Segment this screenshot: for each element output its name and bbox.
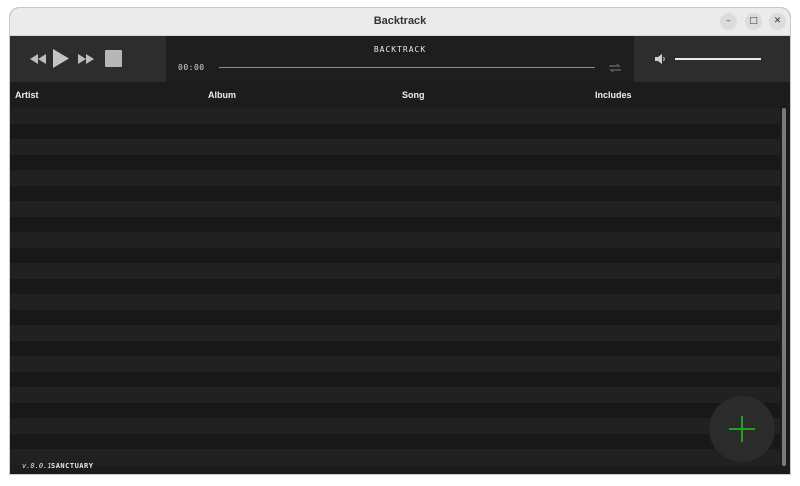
rewind-icon[interactable]	[30, 54, 46, 64]
table-row	[10, 371, 780, 387]
close-icon: ✕	[773, 16, 782, 26]
table-row	[10, 402, 780, 418]
column-header-artist[interactable]: Artist	[15, 90, 39, 100]
maximize-button[interactable]: □	[745, 13, 762, 30]
play-icon[interactable]	[53, 49, 69, 68]
title-bar: Backtrack – □ ✕	[10, 8, 790, 36]
table-row	[10, 387, 780, 403]
table-row	[10, 449, 780, 465]
now-playing-title: BACKTRACK	[373, 45, 427, 54]
progress-bar[interactable]	[219, 67, 595, 68]
table-row	[10, 201, 780, 217]
minimize-icon: –	[726, 16, 731, 26]
table-row	[10, 247, 780, 263]
table-row	[10, 216, 780, 232]
table-row	[10, 278, 780, 294]
table-body	[10, 108, 780, 474]
table-row	[10, 185, 780, 201]
table-row	[10, 356, 780, 372]
close-button[interactable]: ✕	[769, 13, 786, 30]
scrollbar[interactable]	[782, 108, 786, 466]
maximize-icon: □	[749, 16, 758, 26]
table-row	[10, 108, 780, 124]
table-row	[10, 232, 780, 248]
app-name-label: SANCTUARY	[51, 462, 94, 470]
player-bar: BACKTRACK 00:00	[10, 36, 790, 82]
fast-forward-icon[interactable]	[78, 54, 94, 64]
playback-controls	[10, 36, 166, 82]
column-header-includes[interactable]: Includes	[595, 90, 632, 100]
table-row	[10, 139, 780, 155]
speaker-icon[interactable]	[655, 54, 666, 64]
window-title: Backtrack	[373, 15, 427, 27]
table-row	[10, 123, 780, 139]
version-label: v.0.0.1	[22, 462, 52, 470]
add-button[interactable]	[709, 396, 775, 462]
table-row	[10, 154, 780, 170]
table-row	[10, 433, 780, 449]
table-row	[10, 294, 780, 310]
stop-icon[interactable]	[105, 50, 122, 67]
table-row	[10, 325, 780, 341]
library-table: Artist Album Song Includes	[10, 82, 790, 474]
plus-icon	[729, 416, 755, 442]
table-row	[10, 340, 780, 356]
minimize-button[interactable]: –	[720, 13, 737, 30]
app-window: Backtrack – □ ✕ BACKTRACK 00:00 Artist A…	[10, 8, 790, 474]
repeat-icon[interactable]	[608, 63, 622, 73]
table-row	[10, 263, 780, 279]
table-header: Artist Album Song Includes	[10, 82, 790, 108]
table-row	[10, 170, 780, 186]
column-header-song[interactable]: Song	[402, 90, 425, 100]
volume-slider[interactable]	[675, 58, 761, 60]
table-row	[10, 309, 780, 325]
elapsed-time: 00:00	[178, 63, 205, 72]
column-header-album[interactable]: Album	[208, 90, 236, 100]
table-row	[10, 418, 780, 434]
